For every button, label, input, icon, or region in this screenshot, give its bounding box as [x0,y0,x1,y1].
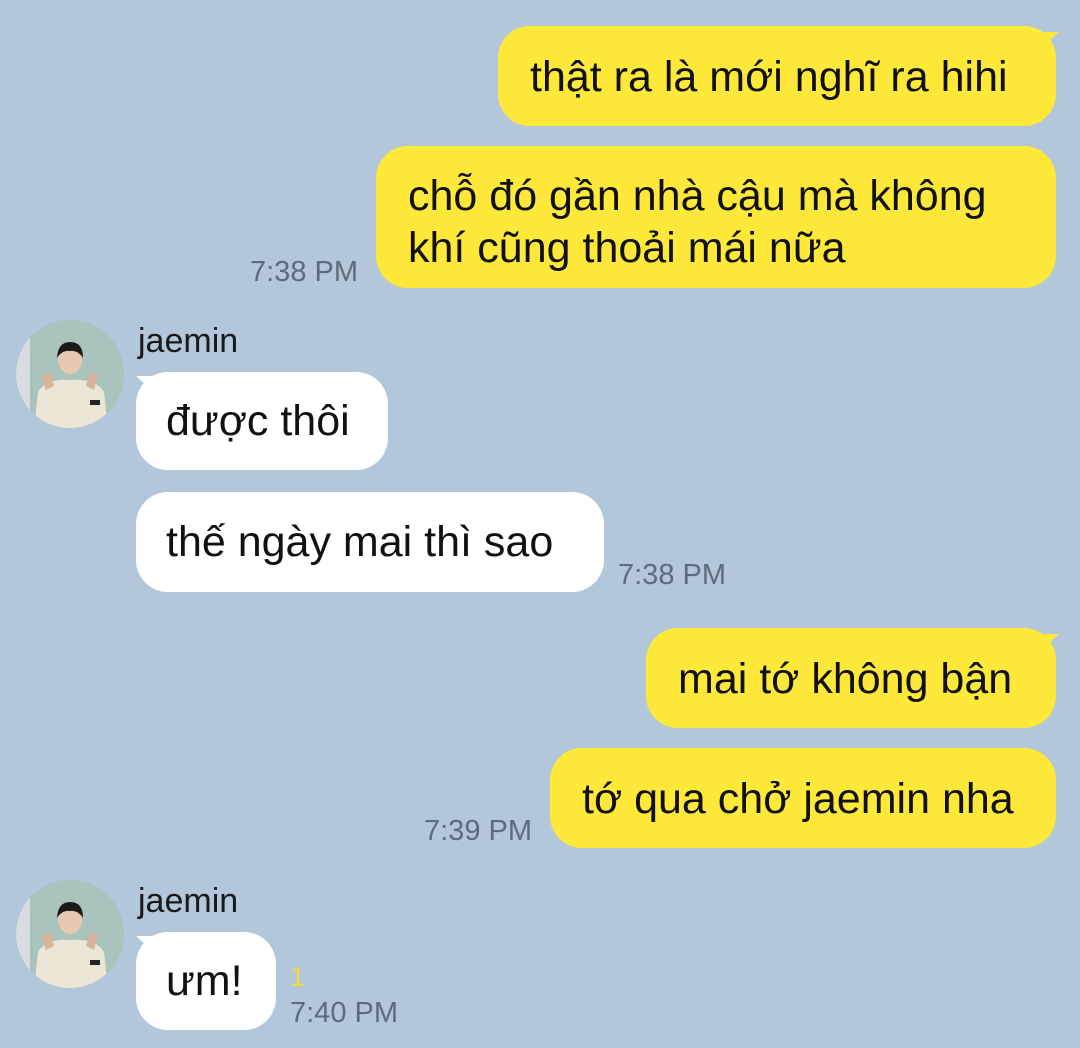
message-text: tớ qua chở jaemin nha [582,775,1014,823]
message-timestamp: 7:38 PM [250,256,358,288]
incoming-message-bubble[interactable]: ưm! [136,932,276,1030]
outgoing-message-bubble[interactable]: thật ra là mới nghĩ ra hihi [498,26,1056,126]
incoming-message-bubble[interactable]: được thôi [136,372,388,470]
message-text: mai tớ không bận [678,655,1013,703]
avatar-photo [16,880,124,988]
unread-count: 1 [290,962,306,992]
message-text: được thôi [166,397,350,445]
outgoing-message-bubble[interactable]: tớ qua chở jaemin nha [550,748,1056,848]
outgoing-message-bubble[interactable]: mai tớ không bận [646,628,1056,728]
message-text-line-2: khí cũng thoải mái nữa [408,224,846,272]
message-text: thế ngày mai thì sao [166,518,554,566]
message-timestamp: 7:39 PM [424,815,532,847]
message-text: thật ra là mới nghĩ ra hihi [530,53,1008,101]
message-text-line-1: chỗ đó gần nhà cậu mà không [408,172,987,220]
avatar-photo [16,320,124,428]
message-timestamp: 7:38 PM [618,559,726,591]
message-text: ưm! [166,957,243,1005]
incoming-message-bubble[interactable]: thế ngày mai thì sao [136,492,604,592]
sender-name: jaemin [138,882,239,920]
sender-name: jaemin [138,322,239,360]
message-timestamp: 7:40 PM [290,997,398,1029]
outgoing-message-bubble[interactable]: chỗ đó gần nhà cậu mà không khí cũng tho… [376,146,1056,288]
avatar[interactable] [16,880,124,988]
avatar[interactable] [16,320,124,428]
